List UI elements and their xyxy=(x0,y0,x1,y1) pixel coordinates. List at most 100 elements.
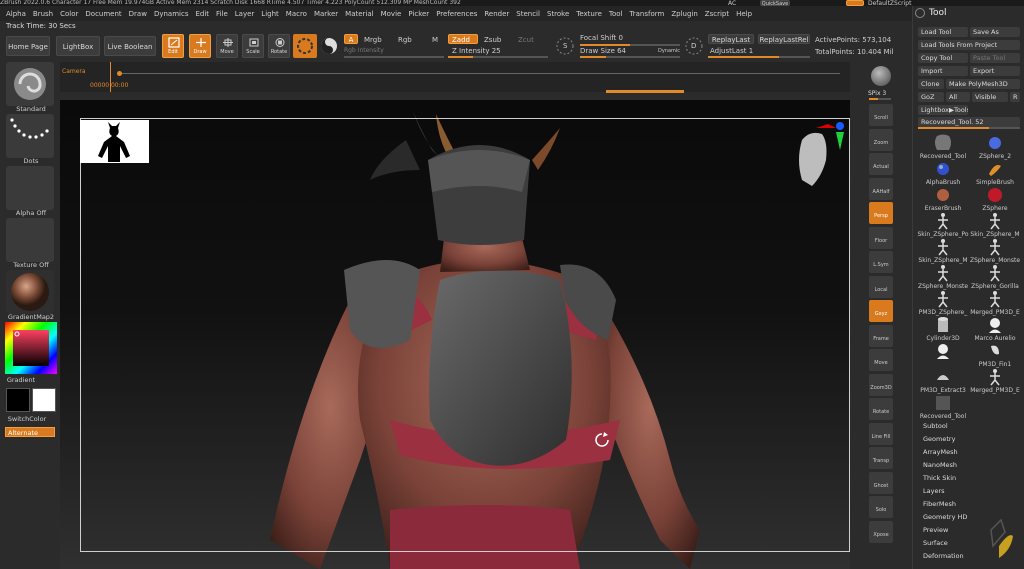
tool-thumbnail[interactable]: Skin_ZSphere_M xyxy=(969,212,1021,238)
menu-help[interactable]: Help xyxy=(736,10,752,18)
tool-thumbnail[interactable]: AlphaBrush xyxy=(917,160,969,186)
subpalette-surface[interactable]: Surface xyxy=(923,539,948,547)
menu-stroke[interactable]: Stroke xyxy=(547,10,569,18)
clone-button[interactable]: Clone xyxy=(918,79,944,89)
menu-dynamics[interactable]: Dynamics xyxy=(154,10,189,18)
shelf-zoom3d-button[interactable]: Zoom3D xyxy=(869,373,893,396)
all-button[interactable]: All xyxy=(946,92,970,102)
switch-color-button[interactable]: SwitchColor xyxy=(0,415,58,423)
zsub-button[interactable]: Zsub xyxy=(484,36,501,44)
dynamic-button[interactable]: Dynamic xyxy=(658,48,680,54)
menu-render[interactable]: Render xyxy=(484,10,509,18)
spix-slider[interactable]: SPix 3 xyxy=(868,90,886,97)
material-selector[interactable] xyxy=(6,270,54,314)
shelf-move-button[interactable]: Move xyxy=(869,349,893,371)
subpalette-preview[interactable]: Preview xyxy=(923,526,948,534)
make-polymesh-button[interactable]: Make PolyMesh3D xyxy=(946,79,1020,89)
a-button[interactable]: A xyxy=(344,34,358,44)
home-page-button[interactable]: Home Page xyxy=(6,36,50,56)
mrgb-button[interactable]: Mrgb xyxy=(364,36,382,44)
alternate-button[interactable]: Alternate xyxy=(5,427,55,437)
live-boolean-button[interactable]: Live Boolean xyxy=(104,36,156,56)
subpalette-geometry[interactable]: Geometry xyxy=(923,435,955,443)
menu-transform[interactable]: Transform xyxy=(630,10,665,18)
texture-selector[interactable] xyxy=(6,218,54,262)
subpalette-fibermesh[interactable]: FiberMesh xyxy=(923,500,956,508)
menu-texture[interactable]: Texture xyxy=(576,10,602,18)
r-button[interactable]: R xyxy=(1010,92,1020,102)
tool-thumbnail[interactable]: Skin_ZSphere_Po xyxy=(917,212,969,238)
goz-button[interactable]: GoZ xyxy=(918,92,944,102)
navigation-gizmo[interactable] xyxy=(792,120,848,190)
d-button[interactable]: D xyxy=(684,36,704,56)
shelf-frame-button[interactable]: Frame xyxy=(869,324,893,347)
menu-zscript[interactable]: Zscript xyxy=(705,10,729,18)
timeline-scrollbar[interactable] xyxy=(606,90,684,93)
menu-edit[interactable]: Edit xyxy=(195,10,209,18)
rotate-button[interactable]: Rotate xyxy=(268,34,290,58)
tool-thumbnail[interactable]: Merged_PM3D_E xyxy=(969,368,1021,394)
menu-picker[interactable]: Picker xyxy=(408,10,429,18)
tool-thumbnail[interactable] xyxy=(917,342,969,368)
menu-draw[interactable]: Draw xyxy=(129,10,147,18)
default-zscript-button[interactable]: DefaultZScript xyxy=(868,0,911,7)
main-color-swatch[interactable] xyxy=(6,388,30,412)
save-as-button[interactable]: Save As xyxy=(970,27,1020,37)
current-tool-slider[interactable]: Recovered_Tool. 52 xyxy=(918,117,1020,127)
visible-button[interactable]: Visible xyxy=(972,92,1008,102)
shelf-local-button[interactable]: Local xyxy=(869,275,893,298)
menu-stencil[interactable]: Stencil xyxy=(516,10,540,18)
shelf-gxyz-button[interactable]: Gxyz xyxy=(869,300,893,322)
menu-preferences[interactable]: Preferences xyxy=(436,10,477,18)
move-button[interactable]: Move xyxy=(216,34,238,58)
replay-last-rel-button[interactable]: ReplayLastRel xyxy=(758,34,810,44)
z-intensity-slider[interactable]: Z Intensity 25 xyxy=(452,47,501,55)
material-sphere-button[interactable] xyxy=(320,37,338,55)
subpalette-thick-skin[interactable]: Thick Skin xyxy=(923,474,956,482)
tool-thumbnail[interactable]: Merged_PM3D_E xyxy=(969,290,1021,316)
menus-toggle-button[interactable] xyxy=(846,0,864,6)
shelf-rotate-button[interactable]: Rotate xyxy=(869,398,893,420)
menu-zplugin[interactable]: Zplugin xyxy=(671,10,697,18)
focal-shift-slider[interactable]: Focal Shift 0 xyxy=(580,34,623,42)
silhouette-navigator[interactable] xyxy=(80,120,149,163)
subpalette-nanomesh[interactable]: NanoMesh xyxy=(923,461,957,469)
subpalette-arraymesh[interactable]: ArrayMesh xyxy=(923,448,958,456)
tool-thumbnail[interactable]: ZSphere_Monste xyxy=(917,264,969,290)
palette-collapse-icon[interactable] xyxy=(915,8,925,18)
menu-alpha[interactable]: Alpha xyxy=(6,10,26,18)
menu-layer[interactable]: Layer xyxy=(235,10,255,18)
tool-thumbnail[interactable]: Recovered_Tool xyxy=(917,134,969,160)
paste-tool-button[interactable]: Paste Tool xyxy=(970,53,1020,63)
shelf-persp-button[interactable]: Persp xyxy=(869,202,893,224)
scale-button[interactable]: Scale xyxy=(242,34,264,58)
gizmo-button[interactable] xyxy=(293,34,317,58)
quicksave-button[interactable]: QuickSave xyxy=(760,0,790,7)
menu-material[interactable]: Material xyxy=(345,10,373,18)
replay-last-button[interactable]: ReplayLast xyxy=(708,34,754,44)
zcut-button[interactable]: Zcut xyxy=(518,36,534,44)
menu-file[interactable]: File xyxy=(216,10,228,18)
s-button[interactable]: S xyxy=(555,36,575,56)
shelf-ghost-button[interactable]: Ghost xyxy=(869,471,893,494)
tool-thumbnail[interactable]: Recovered_Tool xyxy=(917,394,969,420)
tool-thumbnail[interactable]: Cylinder3D xyxy=(917,316,969,342)
tool-thumbnail[interactable]: PM3D_ZSphere_ xyxy=(917,290,969,316)
bpr-sphere-button[interactable] xyxy=(871,66,891,86)
copy-tool-button[interactable]: Copy Tool xyxy=(918,53,968,63)
rgb-button[interactable]: Rgb xyxy=(398,36,412,44)
shelf-actual-button[interactable]: Actual xyxy=(869,153,893,175)
shelf-line-fill-button[interactable]: Line Fill xyxy=(869,422,893,445)
tool-thumbnail[interactable]: PM3D_Extract3 xyxy=(917,368,969,394)
subpalette-deformation[interactable]: Deformation xyxy=(923,552,964,560)
menu-marker[interactable]: Marker xyxy=(314,10,338,18)
load-tool-button[interactable]: Load Tool xyxy=(918,27,968,37)
shelf-solo-button[interactable]: Solo xyxy=(869,496,893,518)
adjust-last-slider[interactable]: AdjustLast 1 xyxy=(710,47,753,55)
menu-light[interactable]: Light xyxy=(261,10,278,18)
timeline-key[interactable] xyxy=(117,71,122,76)
tool-thumbnail[interactable]: Skin_ZSphere_M xyxy=(917,238,969,264)
alpha-selector[interactable] xyxy=(6,166,54,210)
tool-thumbnail[interactable]: ZSphere_Gorilla xyxy=(969,264,1021,290)
zadd-button[interactable]: Zadd xyxy=(448,34,478,44)
